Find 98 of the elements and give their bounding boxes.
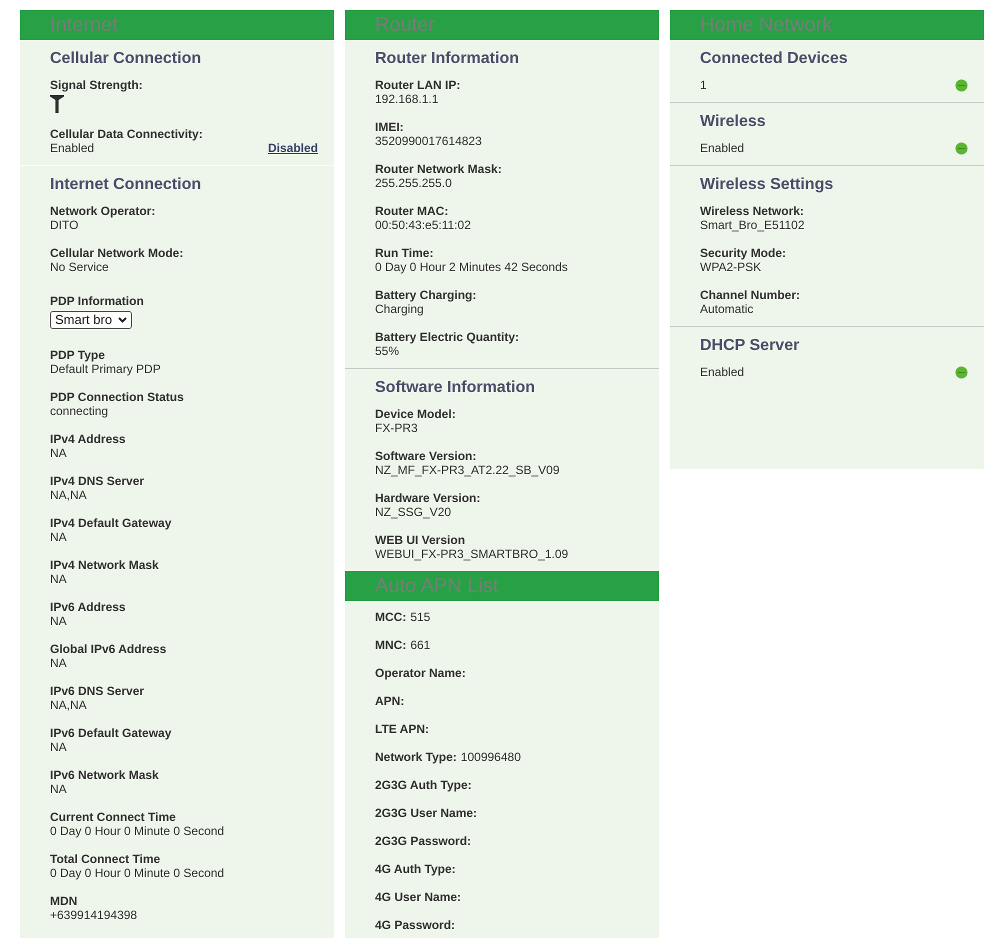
- field-label: Run Time:: [375, 246, 434, 260]
- antenna-icon: [50, 95, 64, 113]
- field-value: NA: [50, 572, 67, 586]
- panel-header: Router: [345, 10, 659, 40]
- field-label: Software Version:: [375, 449, 476, 463]
- field-value: 3520990017614823: [375, 134, 482, 148]
- field-value: 1: [700, 78, 707, 92]
- field-label: PDP Connection Status: [50, 390, 184, 404]
- profile-select[interactable]: Smart bro: [50, 311, 132, 329]
- field-value: 515: [410, 610, 430, 624]
- section-heading: Software Information: [375, 378, 536, 398]
- field-label: Network Type:: [375, 750, 457, 764]
- section-heading: Router Information: [375, 49, 519, 69]
- connectivity-toggle-link[interactable]: Disabled: [268, 141, 318, 155]
- field-value: 661: [410, 638, 430, 652]
- field-value: NA: [50, 740, 67, 754]
- field-value: WEBUI_FX-PR3_SMARTBRO_1.09: [375, 547, 568, 561]
- field-label: Hardware Version:: [375, 491, 480, 505]
- field-value: 0 Day 0 Hour 0 Minute 0 Second: [50, 866, 224, 880]
- field-value: Enabled: [700, 141, 744, 155]
- section-heading: Internet Connection: [50, 175, 202, 195]
- panel-header: Auto APN List: [345, 571, 659, 601]
- field-label: Network Operator:: [50, 204, 156, 218]
- field-label: Signal Strength:: [50, 78, 143, 92]
- field-label: Channel Number:: [700, 288, 800, 302]
- field-label: IPv6 Network Mask: [50, 768, 159, 782]
- field-label: 2G3G Auth Type:: [375, 778, 472, 792]
- field-label: MDN: [50, 894, 78, 908]
- field-value: 00:50:43:e5:11:02: [375, 218, 471, 232]
- field-label: IMEI:: [375, 120, 404, 134]
- field-label: IPv4 Network Mask: [50, 558, 159, 572]
- field-value: NA,NA: [50, 488, 87, 502]
- panel-header: Home Network: [670, 10, 984, 40]
- field-label: Router LAN IP:: [375, 78, 460, 92]
- field-label: Security Mode:: [700, 246, 786, 260]
- field-label: 2G3G Password:: [375, 834, 472, 848]
- field-label: Wireless Network:: [700, 204, 804, 218]
- field-value: No Service: [50, 260, 109, 274]
- section-heading: Wireless Settings: [700, 175, 834, 195]
- field-label: IPv4 Address: [50, 432, 126, 446]
- field-label: IPv4 DNS Server: [50, 474, 144, 488]
- field-value: +639914194398: [50, 908, 138, 922]
- field-value: 192.168.1.1: [375, 92, 438, 106]
- field-value: NA: [50, 446, 67, 460]
- field-label: Cellular Network Mode:: [50, 246, 184, 260]
- field-label: Current Connect Time: [50, 810, 176, 824]
- field-value: NA,NA: [50, 698, 87, 712]
- field-value: 55%: [375, 344, 400, 358]
- field-value: Default Primary PDP: [50, 362, 161, 376]
- field-label: 4G Auth Type:: [375, 862, 456, 876]
- field-label: MNC:: [375, 638, 406, 652]
- field-value: 255.255.255.0: [375, 176, 452, 190]
- field-label: Router Network Mask:: [375, 162, 502, 176]
- field-label: Router MAC:: [375, 204, 448, 218]
- field-label: WEB UI Version: [375, 533, 466, 547]
- field-value: NA: [50, 656, 67, 670]
- field-value: 100996480: [460, 750, 521, 764]
- field-label: IPv4 Default Gateway: [50, 516, 172, 530]
- field-value: FX-PR3: [375, 421, 418, 435]
- field-label: Battery Electric Quantity:: [375, 330, 520, 344]
- field-value: NA: [50, 530, 67, 544]
- field-value: NA: [50, 614, 67, 628]
- field-value: 0 Day 0 Hour 0 Minute 0 Second: [50, 824, 224, 838]
- field-label: PDP Type: [50, 348, 105, 362]
- section-heading: DHCP Server: [700, 336, 800, 356]
- field-value: Charging: [375, 302, 424, 316]
- section-heading: Cellular Connection: [50, 49, 202, 69]
- field-value: Enabled: [700, 365, 744, 379]
- field-label: LTE APN:: [375, 722, 429, 736]
- field-label: Cellular Data Connectivity:: [50, 127, 203, 141]
- field-label: Total Connect Time: [50, 852, 160, 866]
- field-label: PDP Information: [50, 294, 144, 308]
- field-label: 4G Password:: [375, 918, 456, 932]
- field-label: Operator Name:: [375, 666, 466, 680]
- field-label: 4G User Name:: [375, 890, 462, 904]
- field-value: DITO: [50, 218, 78, 232]
- field-value: Automatic: [700, 302, 754, 316]
- field-label: Global IPv6 Address: [50, 642, 166, 656]
- field-value: NA: [50, 782, 67, 796]
- field-label: IPv6 DNS Server: [50, 684, 144, 698]
- section-heading: Connected Devices: [700, 49, 848, 69]
- section-heading: Wireless: [700, 112, 766, 132]
- field-label: IPv6 Default Gateway: [50, 726, 172, 740]
- field-value: Smart_Bro_E51102: [700, 218, 805, 232]
- field-value: NZ_SSG_V20: [375, 505, 452, 519]
- field-label: Device Model:: [375, 407, 456, 421]
- caret-icon: [118, 317, 128, 323]
- field-label: 2G3G User Name:: [375, 806, 478, 820]
- field-value: Enabled: [50, 141, 94, 155]
- field-label: Battery Charging:: [375, 288, 476, 302]
- field-value: connecting: [50, 404, 108, 418]
- field-value: 0 Day 0 Hour 2 Minutes 42 Seconds: [375, 260, 568, 274]
- panel-header: Internet: [20, 10, 334, 40]
- field-value: NZ_MF_FX-PR3_AT2.22_SB_V09: [375, 463, 560, 477]
- field-label: APN:: [375, 694, 404, 708]
- field-value: WPA2-PSK: [700, 260, 762, 274]
- field-label: IPv6 Address: [50, 600, 126, 614]
- field-label: MCC:: [375, 610, 406, 624]
